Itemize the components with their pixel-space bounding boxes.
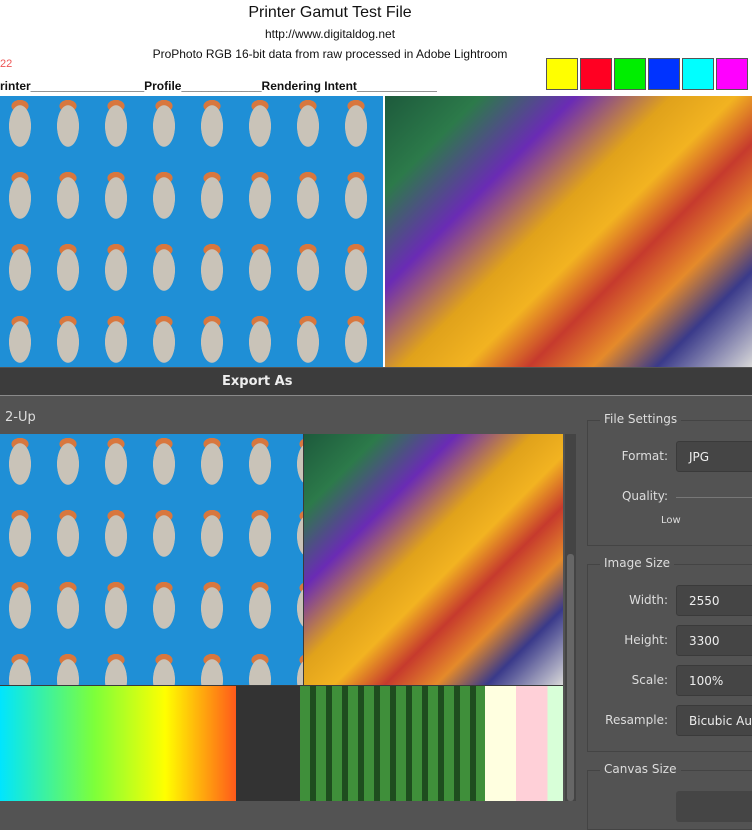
doc-title: Printer Gamut Test File	[248, 4, 412, 21]
view-mode-label[interactable]: 2-Up	[5, 410, 36, 425]
doc-url: http://www.digitaldog.net	[264, 27, 396, 41]
file-settings-title: File Settings	[600, 412, 682, 426]
canvas-size-group: Canvas Size	[587, 762, 752, 830]
quality-slider[interactable]	[676, 497, 752, 498]
image-size-group: Image Size Width: 2550 Height: 3300 Scale:…	[587, 556, 752, 752]
doc-fragment: 22	[0, 58, 13, 70]
scrollbar-thumb[interactable]	[567, 554, 574, 801]
swatch-red	[580, 58, 612, 90]
document-preview: Printer Gamut Test File http://www.digit…	[0, 0, 752, 367]
preview-dark	[236, 686, 300, 801]
width-input[interactable]: 2550	[676, 585, 752, 616]
preview-scrollbar[interactable]	[565, 434, 576, 801]
height-input[interactable]: 3300	[676, 625, 752, 656]
image-size-title: Image Size	[600, 556, 675, 570]
swatch-blue	[648, 58, 680, 90]
dialog-title: Export As	[222, 374, 293, 389]
resample-select[interactable]: Bicubic Automatic	[676, 705, 752, 736]
swatch-green	[614, 58, 646, 90]
preview-pastels	[485, 686, 563, 801]
preview-boat	[300, 686, 485, 801]
width-label: Width:	[629, 593, 668, 607]
preview-fish	[0, 434, 303, 685]
format-label: Format:	[621, 449, 668, 463]
file-settings-group: File Settings Format: JPG Quality: Low	[587, 412, 752, 546]
format-select[interactable]: JPG	[676, 441, 752, 472]
preview-textile	[304, 434, 563, 685]
fish-photo	[0, 96, 383, 367]
format-row: Format: JPG	[588, 441, 752, 473]
swatch-yellow	[546, 58, 578, 90]
scale-label: Scale:	[631, 673, 668, 687]
dialog-titlebar[interactable]: Export As	[0, 368, 752, 396]
quality-row: Quality:	[588, 481, 752, 513]
canvas-size-title: Canvas Size	[600, 762, 681, 776]
preview-gradient	[0, 686, 236, 801]
swatch-magenta	[716, 58, 748, 90]
preview-area[interactable]	[0, 434, 563, 801]
quality-label: Quality:	[621, 489, 668, 503]
form-line: rinter_________________Profile__________…	[0, 79, 437, 93]
scale-select[interactable]: 100%	[676, 665, 752, 696]
height-label: Height:	[624, 633, 668, 647]
quality-low-label: Low	[661, 515, 681, 526]
resample-label: Resample:	[605, 713, 668, 727]
textile-photo	[385, 96, 752, 367]
canvas-width-input[interactable]	[676, 791, 752, 822]
swatch-cyan	[682, 58, 714, 90]
